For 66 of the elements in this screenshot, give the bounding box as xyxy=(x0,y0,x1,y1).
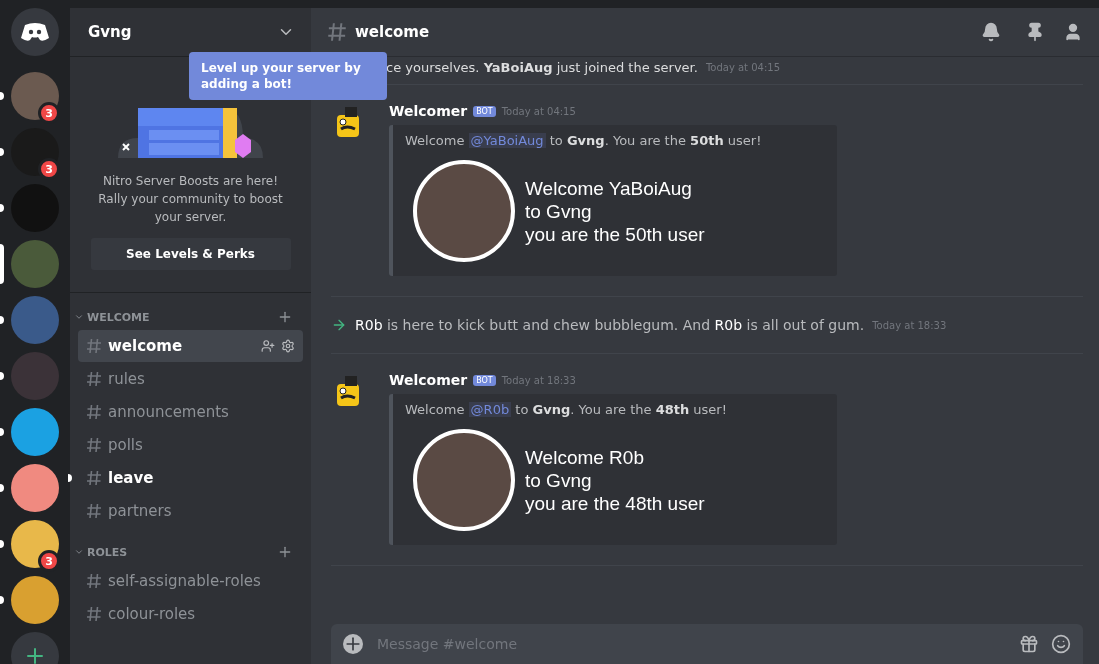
join-message: R0b is here to kick butt and chew bubblegum. And R0b is all out of gum. xyxy=(355,317,865,333)
message-text: ce yourselves. YaBoiAug just joined the server. xyxy=(386,59,698,75)
server-icon[interactable] xyxy=(11,520,59,568)
arrow-right-icon xyxy=(331,317,347,333)
hash-icon xyxy=(86,606,102,622)
server-icon[interactable] xyxy=(11,72,59,120)
user-mention[interactable]: @R0b xyxy=(468,402,512,417)
channel-title: welcome xyxy=(355,23,431,41)
user-mention[interactable]: @YaBoiAug xyxy=(468,133,546,148)
levels-perks-button[interactable]: See Levels & Perks xyxy=(90,238,291,270)
hash-icon xyxy=(86,437,102,453)
timestamp: Today at 18:33 xyxy=(501,374,576,386)
add-channel-icon[interactable] xyxy=(277,309,293,325)
hash-icon xyxy=(86,338,102,354)
channel-item[interactable]: colour-roles xyxy=(78,598,303,630)
upload-icon[interactable] xyxy=(343,634,363,654)
chevron-icon xyxy=(74,312,84,322)
hash-icon xyxy=(86,503,102,519)
timestamp: Today at 04:15 xyxy=(501,105,576,117)
timestamp: Today at 04:15 xyxy=(705,61,781,73)
welcome-card-text: Welcome R0b to Gvng you are the 48th user xyxy=(525,445,705,515)
mention-badge: 3 xyxy=(38,550,60,572)
channel-item[interactable]: self-assignable-roles xyxy=(78,565,303,597)
channel-item[interactable]: rules xyxy=(78,363,303,395)
emoji-icon[interactable] xyxy=(1051,634,1071,654)
welcome-card-text: Welcome YaBoiAug to Gvng you are the 50th user xyxy=(525,176,705,246)
tooltip: Level up your server by adding a bot! xyxy=(189,52,387,100)
server-icon[interactable] xyxy=(11,576,59,624)
settings-icon[interactable] xyxy=(281,339,295,353)
server-icon[interactable] xyxy=(11,128,59,176)
channel-item[interactable]: welcome xyxy=(78,330,303,362)
hash-icon xyxy=(86,371,102,387)
channel-item[interactable]: polls xyxy=(78,429,303,461)
chevron-icon xyxy=(74,547,84,557)
server-name[interactable]: Gvng xyxy=(88,23,132,41)
add-channel-icon[interactable] xyxy=(277,544,293,560)
channel-item[interactable]: announcements xyxy=(78,396,303,428)
category-header[interactable]: ROLES xyxy=(74,545,128,559)
embed-text: Welcome @R0b to Gvng. You are the 48th user! xyxy=(405,402,728,417)
author-name[interactable]: Welcomer xyxy=(389,103,468,119)
category-header[interactable]: WELCOME xyxy=(74,310,150,324)
author-name[interactable]: Welcomer xyxy=(389,372,468,388)
channel-item[interactable]: partners xyxy=(78,495,303,527)
boost-promo-text: Nitro Server Boosts are here! Rally your community to boost your server. xyxy=(97,173,284,226)
bell-icon[interactable] xyxy=(981,22,1001,42)
bot-tag: BOT xyxy=(473,105,496,117)
hash-icon xyxy=(86,470,102,486)
home-button[interactable] xyxy=(11,8,59,56)
hash-icon xyxy=(327,22,347,42)
timestamp: Today at 18:33 xyxy=(872,319,947,331)
bot-tag: BOT xyxy=(473,374,496,386)
mention-badge: 3 xyxy=(38,102,60,124)
server-indicator xyxy=(0,244,4,284)
embed-text: Welcome @YaBoiAug to Gvng. You are the 50th user! xyxy=(405,133,763,148)
pin-icon[interactable] xyxy=(1025,22,1045,42)
gift-icon[interactable] xyxy=(1019,634,1039,654)
server-icon[interactable] xyxy=(11,408,59,456)
logo-icon xyxy=(21,22,49,42)
members-icon[interactable] xyxy=(1063,22,1083,42)
channel-item[interactable]: leave xyxy=(78,462,303,494)
unread-indicator xyxy=(68,474,72,482)
invite-icon[interactable] xyxy=(261,339,275,353)
hash-icon xyxy=(86,573,102,589)
mention-badge: 3 xyxy=(38,158,60,180)
server-icon[interactable] xyxy=(11,464,59,512)
hash-icon xyxy=(86,404,102,420)
